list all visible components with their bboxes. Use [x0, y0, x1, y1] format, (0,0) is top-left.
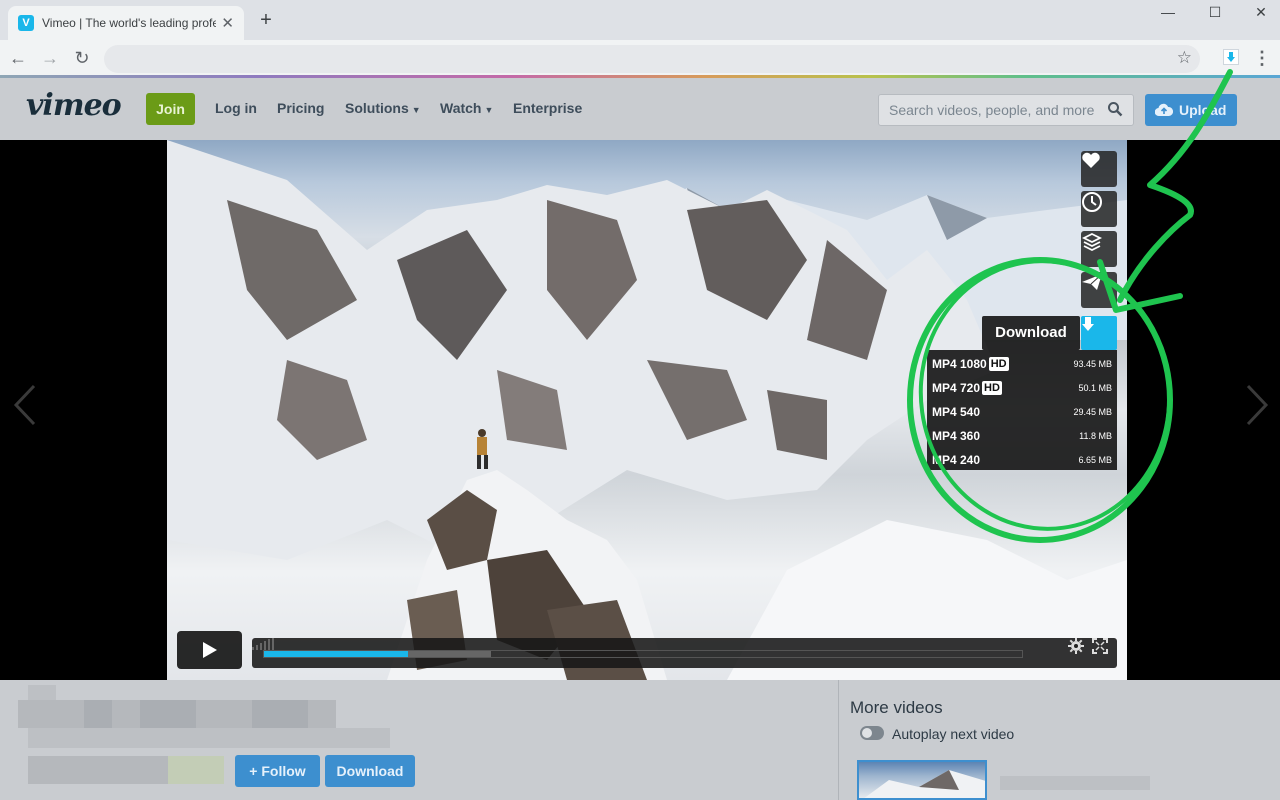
vimeo-logo[interactable]: vimeo: [26, 88, 122, 123]
enterprise-link[interactable]: Enterprise: [513, 100, 582, 116]
download-option-720[interactable]: MP4 720 HD 50.1 MB: [932, 376, 1112, 400]
next-video-thumbnail[interactable]: [857, 760, 987, 800]
format-label: MP4 720: [932, 381, 981, 395]
file-size: 50.1 MB: [1078, 383, 1112, 393]
previous-arrow-icon[interactable]: [10, 380, 40, 430]
browser-toolbar: ← → ↻ ☆ ⋮: [0, 40, 1280, 76]
thumbnail-image: [864, 770, 985, 798]
window-maximize-button[interactable]: ☐: [1197, 2, 1233, 24]
vimeo-header: vimeo Join Log in Pricing Solutions ▼ Wat…: [0, 78, 1280, 140]
player-controls: [252, 638, 1117, 668]
download-options-list: MP4 1080 HD 93.45 MB MP4 720 HD 50.1 MB …: [927, 350, 1117, 470]
tab-close-icon[interactable]: ✕: [221, 14, 234, 32]
download-page-button[interactable]: Download: [325, 755, 415, 787]
blurred-subtitle: [28, 728, 390, 748]
file-size: 6.65 MB: [1078, 455, 1112, 465]
browser-tab[interactable]: V Vimeo | The world's leading profession…: [8, 6, 244, 40]
join-button[interactable]: Join: [146, 93, 195, 125]
like-button[interactable]: [1081, 151, 1117, 187]
cloud-upload-icon: [1155, 103, 1173, 117]
file-size: 11.8 MB: [1079, 431, 1112, 441]
share-button[interactable]: [1081, 272, 1117, 308]
chevron-down-icon: ▼: [484, 105, 494, 115]
format-label: MP4 1080: [932, 357, 987, 371]
hd-badge: HD: [982, 381, 1002, 395]
solutions-label: Solutions: [345, 100, 409, 116]
volume-bars-icon[interactable]: [252, 638, 274, 650]
watch-label: Watch: [440, 100, 482, 116]
autoplay-toggle[interactable]: [860, 726, 884, 740]
video-info-section: + Follow Download More videos Autoplay n…: [0, 680, 1280, 800]
download-button[interactable]: [1081, 316, 1117, 350]
progress-bar[interactable]: [263, 650, 1023, 658]
window-close-button[interactable]: ✕: [1243, 2, 1279, 24]
search-icon[interactable]: [1107, 101, 1123, 117]
format-label: MP4 240: [932, 453, 981, 467]
settings-gear-icon[interactable]: [1068, 638, 1084, 654]
blurred-badge: [168, 756, 224, 784]
watch-later-button[interactable]: [1081, 191, 1117, 227]
file-size: 93.45 MB: [1073, 359, 1112, 369]
blurred-title-block: [140, 700, 196, 728]
bookmark-star-icon[interactable]: ☆: [1177, 48, 1192, 68]
layers-icon: [1081, 232, 1103, 252]
tab-title: Vimeo | The world's leading professional…: [42, 16, 216, 30]
reload-icon[interactable]: ↻: [70, 46, 94, 70]
more-videos-heading: More videos: [850, 698, 943, 717]
login-link[interactable]: Log in: [215, 100, 257, 116]
column-divider: [838, 680, 839, 800]
blurred-title-block: [252, 700, 308, 728]
hd-badge: HD: [988, 357, 1009, 371]
download-arrow-icon: [1227, 52, 1235, 62]
file-size: 29.45 MB: [1073, 407, 1112, 417]
autoplay-label: Autoplay next video: [892, 726, 1015, 742]
clock-icon: [1082, 192, 1102, 212]
download-tooltip: Download: [982, 316, 1080, 350]
chevron-down-icon: ▼: [411, 105, 421, 115]
played-fill: [264, 651, 408, 657]
upload-button[interactable]: Upload: [1145, 94, 1237, 126]
pricing-link[interactable]: Pricing: [277, 100, 324, 116]
format-label: MP4 540: [932, 405, 981, 419]
download-arrow-icon: [1082, 317, 1094, 331]
format-label: MP4 360: [932, 429, 981, 443]
next-arrow-icon[interactable]: [1242, 380, 1272, 430]
browser-menu-icon[interactable]: ⋮: [1252, 46, 1272, 70]
solutions-menu[interactable]: Solutions ▼: [345, 100, 421, 116]
back-arrow-icon[interactable]: ←: [6, 46, 30, 70]
follow-button[interactable]: + Follow: [235, 755, 320, 787]
player-stage: Download MP4 1080 HD 93.45 MB MP4 720 HD…: [0, 140, 1280, 680]
fullscreen-icon[interactable]: [1092, 638, 1108, 654]
search-input[interactable]: [879, 95, 1099, 125]
new-tab-button[interactable]: +: [256, 10, 276, 30]
heart-icon: [1082, 152, 1100, 168]
vimeo-favicon-icon: V: [18, 15, 34, 31]
upload-label: Upload: [1179, 102, 1227, 118]
forward-arrow-icon[interactable]: →: [38, 46, 62, 70]
window-minimize-button[interactable]: —: [1150, 2, 1186, 24]
play-icon: [203, 642, 217, 658]
download-option-540[interactable]: MP4 540 29.45 MB: [932, 400, 1112, 424]
blurred-title-block: [84, 700, 112, 728]
watch-menu[interactable]: Watch ▼: [440, 100, 493, 116]
paper-plane-icon: [1082, 273, 1103, 290]
blurred-next-video-title: [1000, 776, 1150, 790]
download-option-1080[interactable]: MP4 1080 HD 93.45 MB: [932, 352, 1112, 376]
search-box: [878, 94, 1134, 126]
collections-button[interactable]: [1081, 231, 1117, 267]
address-bar[interactable]: ☆: [104, 45, 1200, 73]
download-option-240[interactable]: MP4 240 6.65 MB: [932, 448, 1112, 472]
download-option-360[interactable]: MP4 360 11.8 MB: [932, 424, 1112, 448]
browser-tab-strip: V Vimeo | The world's leading profession…: [0, 0, 1280, 40]
video-frame[interactable]: Download MP4 1080 HD 93.45 MB MP4 720 HD…: [167, 140, 1127, 680]
download-extension-icon[interactable]: [1223, 49, 1239, 65]
play-button[interactable]: [177, 631, 242, 669]
